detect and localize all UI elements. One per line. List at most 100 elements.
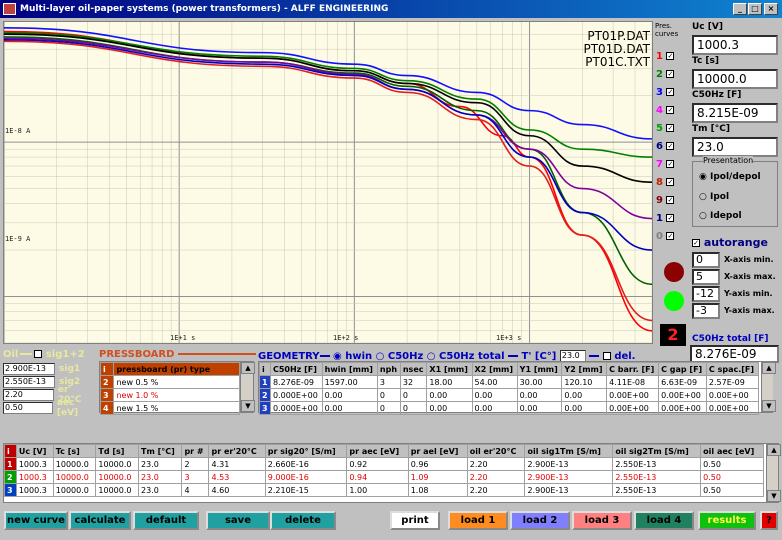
axis-row: 5 X-axis max. <box>692 268 780 285</box>
curve-checkbox[interactable]: ✓ <box>666 88 675 96</box>
load-3-button[interactable]: load 3 <box>572 511 632 530</box>
curve-toggle-10[interactable]: 1 ✓ <box>656 210 686 228</box>
tm-field[interactable]: 23.0 <box>692 137 778 157</box>
tc-field[interactable]: 10000.0 <box>692 69 778 89</box>
maximize-button[interactable]: □ <box>748 3 762 15</box>
curve-number: 7 <box>656 159 663 170</box>
exit-button[interactable]: ? <box>760 511 778 530</box>
oil-value-field[interactable]: 2.550E-13 <box>3 375 55 388</box>
curve-checkbox[interactable]: ✓ <box>666 232 675 240</box>
column-header: Y1 [mm] <box>516 362 563 376</box>
curve-toggle-2[interactable]: 2 ✓ <box>656 66 686 84</box>
table-row[interactable]: 2 new 0.5 % <box>99 375 240 389</box>
results-button[interactable]: results <box>698 511 756 530</box>
pressboard-title: PRESSBOARD <box>99 349 257 360</box>
table-cell: 10000.0 <box>95 470 140 484</box>
table-cell: 0.00E+00 <box>606 388 660 402</box>
table-row[interactable]: 1 8.276E-09 1597.00 3 32 18.00 54.00 30.00 120.1… <box>259 375 760 389</box>
table-cell: 0.00E+00 <box>658 401 707 415</box>
load-2-button[interactable]: load 2 <box>510 511 570 530</box>
scroll-down-icon[interactable]: ▼ <box>762 400 776 412</box>
oil-value-field[interactable]: 0.50 <box>3 401 53 414</box>
column-header: Tm [°C] <box>138 444 183 458</box>
c50-total-label: C50Hz total [F] <box>692 334 769 344</box>
curve-checkbox[interactable]: ✓ <box>666 124 675 132</box>
calculate-button[interactable]: calculate <box>69 511 131 530</box>
table-cell: 0.00 <box>471 401 518 415</box>
table-cell: 2.550E-13 <box>612 470 702 484</box>
pres-curves-header: Pres. curves <box>655 22 679 38</box>
radio-ipol[interactable]: ○ Ipol <box>699 192 729 202</box>
axis-field[interactable]: -12 <box>692 285 720 302</box>
curve-toggle-1[interactable]: 1 ✓ <box>656 48 686 66</box>
chart-svg <box>3 22 653 344</box>
curve-checkbox[interactable]: ✓ <box>666 160 675 168</box>
curve-checkbox[interactable]: ✓ <box>666 106 675 114</box>
axis-field[interactable]: -3 <box>692 302 720 319</box>
column-header: nsec <box>399 362 428 376</box>
scroll-down-icon[interactable]: ▼ <box>767 490 781 502</box>
curve-checkbox[interactable]: ✓ <box>666 214 675 222</box>
curve-toggle-11[interactable]: 0 ✓ <box>656 228 686 246</box>
table-row[interactable]: 2 0.000E+00 0.00 0 0 0.00 0.00 0.00 0.00 0.00E+00… <box>259 388 760 402</box>
default-button[interactable]: default <box>133 511 199 530</box>
curve-toggle-7[interactable]: 7 ✓ <box>656 156 686 174</box>
results-scrollbar[interactable]: ▲ ▼ <box>766 444 781 502</box>
table-cell: 10000.0 <box>52 470 97 484</box>
save-button[interactable]: save <box>206 511 270 530</box>
curve-checkbox[interactable]: ✓ <box>666 196 675 204</box>
column-header: i <box>4 444 17 458</box>
autorange-checkbox[interactable]: ✓ autorange <box>692 236 768 249</box>
minimize-button[interactable]: _ <box>733 3 747 15</box>
curve-toggle-5[interactable]: 5 ✓ <box>656 120 686 138</box>
table-cell: 0 <box>376 401 401 415</box>
table-row[interactable]: 3 new 1.0 % <box>99 388 240 402</box>
curve-toggle-9[interactable]: 9 ✓ <box>656 192 686 210</box>
oil-value-field[interactable]: 2.900E-13 <box>3 362 55 375</box>
scroll-up-icon[interactable]: ▲ <box>241 362 255 374</box>
scroll-up-icon[interactable]: ▲ <box>767 444 781 456</box>
table-header: i Uc [V] Tc [s] Td [s] Tm [°C] pr # pr er'20°C… <box>4 444 764 458</box>
uc-field[interactable]: 1000.3 <box>692 35 778 55</box>
curve-toggle-3[interactable]: 3 ✓ <box>656 84 686 102</box>
curve-checkbox[interactable]: ✓ <box>666 178 675 186</box>
oil-value-field[interactable]: 2.20 <box>3 388 54 401</box>
curve-number: 0 <box>656 231 663 242</box>
table-row[interactable]: 3 1000.3 10000.0 10000.0 23.0 4 4.60 2.210E-15 1… <box>4 483 764 497</box>
table-row[interactable]: 3 0.000E+00 0.00 0 0 0.00 0.00 0.00 0.00 0.00E+00… <box>259 401 760 415</box>
table-row[interactable]: 1 1000.3 10000.0 10000.0 23.0 2 4.31 2.660E-16 0… <box>4 457 764 471</box>
axis-label: X-axis min. <box>724 255 774 264</box>
table-row[interactable]: 4 new 1.5 % <box>99 401 240 415</box>
curve-toggle-4[interactable]: 4 ✓ <box>656 102 686 120</box>
table-cell: 54.00 <box>471 375 518 389</box>
table-header: i pressboard (pr) type <box>99 362 240 376</box>
curve-checkbox[interactable]: ✓ <box>666 70 675 78</box>
load-4-button[interactable]: load 4 <box>634 511 694 530</box>
del-checkbox[interactable] <box>602 352 611 360</box>
radio-ipol-depol[interactable]: ◉ Ipol/depol <box>699 172 761 182</box>
curve-toggle-6[interactable]: 6 ✓ <box>656 138 686 156</box>
curve-checkbox[interactable]: ✓ <box>666 142 675 150</box>
scroll-down-icon[interactable]: ▼ <box>241 400 255 412</box>
radio-idepol[interactable]: ○ Idepol <box>699 211 742 221</box>
table-row[interactable]: 2 1000.3 10000.0 10000.0 23.0 3 4.53 9.000E-16 0… <box>4 470 764 484</box>
print-button[interactable]: print <box>390 511 440 530</box>
close-button[interactable]: × <box>764 3 778 15</box>
curve-checkbox[interactable]: ✓ <box>666 52 675 60</box>
new-curve-button[interactable]: new curve <box>4 511 68 530</box>
y-tick-label: 1E-9 A <box>5 235 31 243</box>
axis-field[interactable]: 5 <box>692 268 720 285</box>
axis-field[interactable]: 0 <box>692 251 720 268</box>
c50-field[interactable]: 8.215E-09 <box>692 103 778 123</box>
oil-row: 0.50 aec [eV] <box>3 398 97 418</box>
scroll-up-icon[interactable]: ▲ <box>762 362 776 374</box>
curve-toggle-8[interactable]: 8 ✓ <box>656 174 686 192</box>
table-cell: 2.900E-13 <box>524 457 614 471</box>
table-cell: 0.00 <box>426 388 473 402</box>
geometry-scrollbar[interactable]: ▲ ▼ <box>761 362 776 412</box>
delete-button[interactable]: delete <box>270 511 336 530</box>
pressboard-scrollbar[interactable]: ▲ ▼ <box>240 362 255 412</box>
load-1-button[interactable]: load 1 <box>448 511 508 530</box>
table-cell: 10000.0 <box>95 457 140 471</box>
table-cell: 0.92 <box>346 457 409 471</box>
